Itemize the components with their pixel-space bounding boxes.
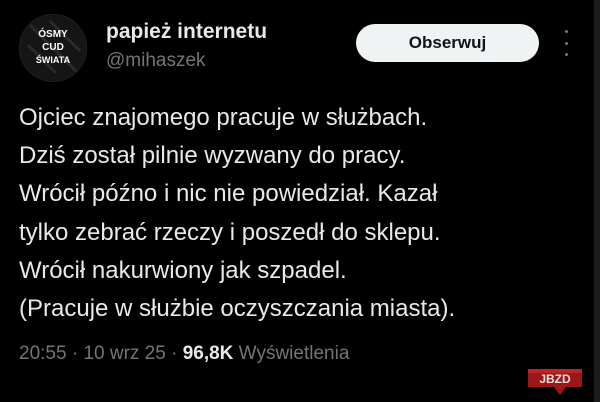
meta-separator: · bbox=[165, 343, 183, 364]
avatar-text-line-3: ŚWIATA bbox=[36, 54, 71, 65]
display-name[interactable]: papież internetu bbox=[106, 20, 267, 44]
tweet-line: Dziś został pilnie wyzwany do pracy. bbox=[19, 142, 406, 170]
avatar[interactable]: ÓSMY CUD ŚWIATA bbox=[19, 14, 87, 82]
follow-button[interactable]: Obserwuj bbox=[356, 24, 539, 62]
views-count: 96,8K bbox=[182, 343, 234, 364]
avatar-text-line-2: CUD bbox=[42, 42, 64, 53]
avatar-text-line-1: ÓSMY bbox=[38, 27, 68, 40]
tweet-line: Wrócił późno i nic nie powiedział. Kazał bbox=[19, 180, 438, 208]
tweet-line: tylko zebrać rzeczy i poszedł do sklepu. bbox=[19, 218, 441, 246]
tweet-line: Ojciec znajomego pracuje w służbach. bbox=[19, 104, 428, 131]
tweet-line: Wrócił nakurwiony jak szpadel. bbox=[19, 256, 347, 284]
tweet-time[interactable]: 20:55 bbox=[19, 343, 67, 364]
tweet-line: (Pracuje w służbie oczyszczania miasta). bbox=[19, 295, 456, 323]
jbzd-watermark-logo: JBZD bbox=[524, 365, 586, 397]
tweet-date[interactable]: 10 wrz 25 bbox=[83, 343, 165, 364]
tweet-meta: 20:55 · 10 wrz 25 · 96,8K Wyświetlenia bbox=[19, 343, 349, 365]
user-handle[interactable]: @mihaszek bbox=[106, 50, 206, 72]
panel-divider bbox=[594, 0, 600, 402]
watermark-text: JBZD bbox=[539, 372, 571, 386]
more-vertical-icon[interactable] bbox=[560, 30, 572, 56]
tweet-text: Ojciec znajomego pracuje w służbach. Dzi… bbox=[19, 99, 589, 328]
meta-separator: · bbox=[66, 343, 84, 364]
views-label: Wyświetlenia bbox=[233, 343, 350, 364]
